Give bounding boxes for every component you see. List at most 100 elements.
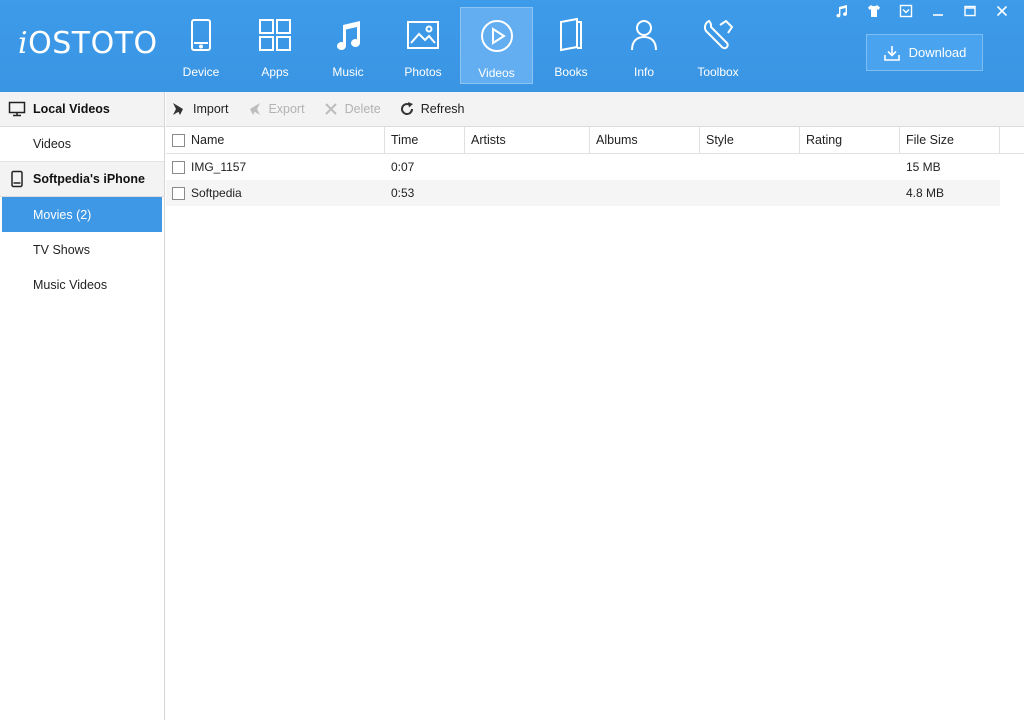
select-all-checkbox[interactable] — [172, 133, 185, 147]
nav-label: Books — [554, 65, 588, 79]
import-icon — [173, 103, 183, 115]
import-label: Import — [193, 102, 229, 116]
table-row[interactable]: Softpedia 0:53 4.8 MB — [166, 180, 1000, 206]
shirt-icon[interactable] — [858, 2, 890, 20]
nav-videos[interactable]: Videos — [460, 7, 533, 84]
export-label: Export — [268, 102, 305, 116]
device-icon — [191, 19, 211, 51]
refresh-button[interactable]: Refresh — [399, 101, 465, 117]
toolbar: Import Export Delete Refresh — [166, 92, 1024, 127]
sidebar-header-label: Local Videos — [33, 102, 110, 116]
sidebar-item-label: Videos — [33, 137, 71, 151]
column-name-label: Name — [191, 133, 225, 147]
refresh-icon — [400, 102, 413, 115]
cell-albums — [590, 154, 700, 180]
logo-text: OSTOTO — [28, 26, 158, 61]
cell-name: Softpedia — [166, 180, 385, 206]
download-icon — [883, 45, 900, 61]
nav-books[interactable]: Books — [535, 7, 607, 84]
window-controls — [826, 2, 1018, 20]
nav-label: Info — [633, 65, 654, 79]
sidebar-header-device[interactable]: Softpedia's iPhone — [0, 162, 164, 197]
sidebar-header-label: Softpedia's iPhone — [33, 172, 146, 186]
sidebar-item-tv-shows[interactable]: TV Shows — [0, 232, 164, 267]
phone-icon — [11, 170, 23, 188]
column-rating-label: Rating — [806, 133, 843, 147]
column-style-label: Style — [706, 133, 734, 147]
close-icon[interactable] — [986, 2, 1018, 20]
delete-icon — [324, 103, 337, 115]
maximize-icon[interactable] — [954, 2, 986, 20]
table-header: Name Time Artists Albums Style Rating Fi… — [166, 126, 1024, 154]
info-icon — [631, 20, 657, 51]
cell-name: IMG_1157 — [166, 154, 385, 180]
sidebar-item-label: Movies (2) — [33, 207, 92, 222]
nav-label: Toolbox — [697, 65, 739, 79]
sidebar-item-label: Music Videos — [33, 277, 108, 292]
photos-icon — [407, 21, 439, 49]
cell-rating — [800, 180, 900, 206]
column-rating[interactable]: Rating — [800, 126, 900, 154]
nav-info[interactable]: Info — [608, 7, 680, 84]
column-albums-label: Albums — [596, 133, 638, 147]
nav-label: Music — [332, 65, 364, 79]
logo-prefix: i — [18, 26, 29, 61]
column-albums[interactable]: Albums — [590, 126, 700, 154]
column-time-label: Time — [391, 133, 419, 147]
cell-artists — [465, 180, 590, 206]
toolbox-icon — [703, 19, 734, 50]
export-icon — [250, 103, 261, 115]
nav-device[interactable]: Device — [165, 7, 237, 84]
delete-button[interactable]: Delete — [323, 101, 381, 117]
nav-label: Photos — [404, 65, 442, 79]
videos-icon — [480, 20, 513, 52]
nav-label: Apps — [261, 65, 289, 79]
cell-style — [700, 154, 800, 180]
nav-photos[interactable]: Photos — [387, 7, 459, 84]
app-logo: iOSTOTO — [18, 26, 158, 61]
cell-rating — [800, 154, 900, 180]
sidebar-item-label: TV Shows — [33, 242, 90, 257]
cell-style — [700, 180, 800, 206]
cell-size: 4.8 MB — [906, 186, 945, 200]
nav-apps[interactable]: Apps — [239, 7, 311, 84]
books-icon — [560, 17, 582, 52]
import-button[interactable]: Import — [171, 101, 228, 117]
row-checkbox[interactable] — [172, 186, 185, 200]
cell-time: 0:53 — [391, 186, 415, 200]
sidebar: Local Videos Videos Softpedia's iPhone M… — [0, 92, 165, 720]
nav-music[interactable]: Music — [312, 7, 384, 84]
column-artists-label: Artists — [471, 133, 506, 147]
delete-label: Delete — [344, 102, 381, 116]
cell-artists — [465, 154, 590, 180]
table-row[interactable]: IMG_1157 0:07 15 MB — [166, 154, 1000, 180]
export-button[interactable]: Export — [246, 101, 305, 117]
sidebar-item-movies[interactable]: Movies (2) — [2, 197, 162, 232]
column-style[interactable]: Style — [700, 126, 800, 154]
videos-table: Name Time Artists Albums Style Rating Fi… — [166, 126, 1024, 206]
column-file-size[interactable]: File Size — [900, 126, 1000, 154]
row-name: IMG_1157 — [191, 160, 247, 174]
apps-icon — [259, 19, 291, 51]
refresh-label: Refresh — [420, 102, 465, 116]
menu-dropdown-icon[interactable] — [890, 2, 922, 20]
monitor-icon — [8, 101, 26, 117]
sidebar-item-videos[interactable]: Videos — [0, 127, 164, 162]
cell-size: 15 MB — [906, 160, 941, 174]
column-time[interactable]: Time — [385, 126, 465, 154]
minimize-icon[interactable] — [922, 2, 954, 20]
top-bar: iOSTOTO Device Apps Music Photos Videos … — [0, 0, 1024, 92]
column-artists[interactable]: Artists — [465, 126, 590, 154]
sidebar-item-music-videos[interactable]: Music Videos — [0, 267, 164, 302]
sidebar-header-local-videos[interactable]: Local Videos — [0, 92, 164, 127]
download-label: Download — [908, 45, 967, 60]
column-name[interactable]: Name — [166, 126, 385, 154]
column-size-label: File Size — [906, 133, 954, 147]
music-icon — [337, 21, 360, 50]
cell-time: 0:07 — [391, 160, 415, 174]
download-button[interactable]: Download — [866, 34, 983, 71]
nav-toolbox[interactable]: Toolbox — [682, 7, 754, 84]
music-note-icon[interactable] — [826, 2, 858, 20]
row-checkbox[interactable] — [172, 160, 185, 174]
nav-label: Device — [182, 65, 220, 79]
